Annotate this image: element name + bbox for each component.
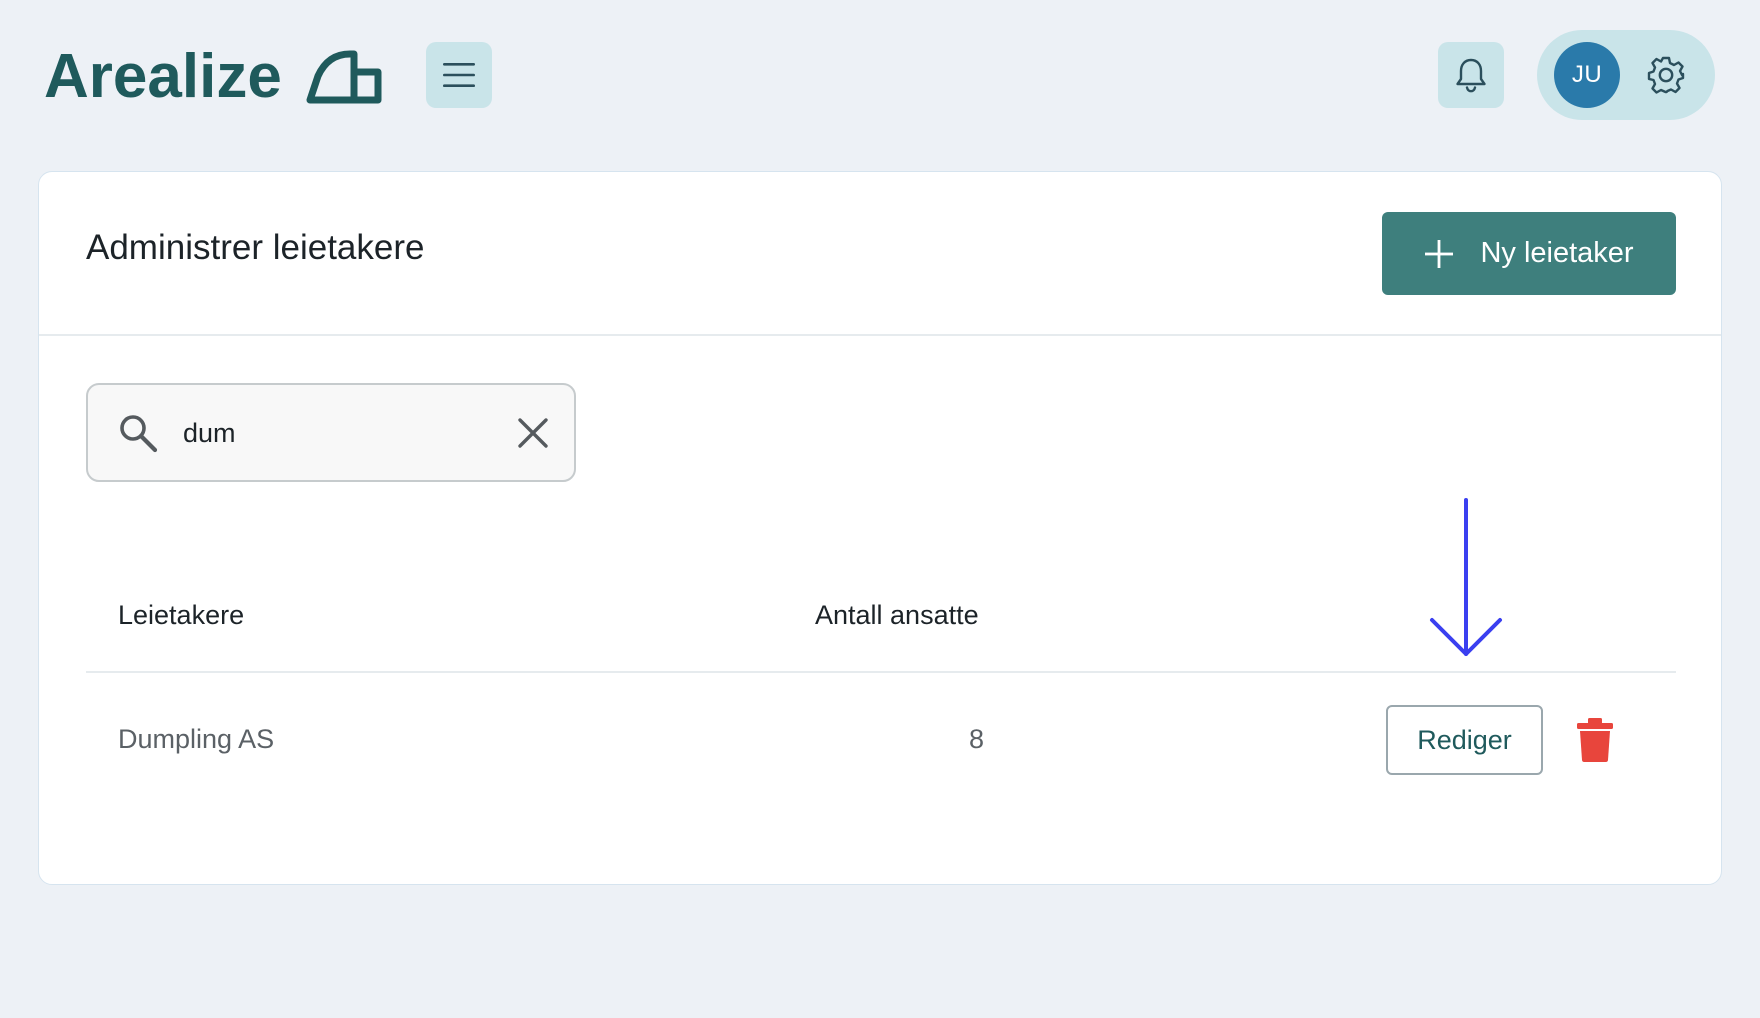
settings-button[interactable] <box>1645 54 1687 96</box>
search-icon <box>120 415 158 453</box>
gear-icon <box>1647 56 1685 94</box>
edit-button[interactable]: Rediger <box>1386 705 1543 775</box>
new-tenant-label: Ny leietaker <box>1480 237 1634 269</box>
user-menu: JU <box>1537 30 1715 120</box>
hamburger-menu-icon <box>443 63 475 87</box>
plus-icon <box>1425 239 1454 268</box>
trash-icon[interactable] <box>1575 717 1615 763</box>
bell-icon <box>1456 58 1486 93</box>
search-box <box>86 383 576 482</box>
avatar[interactable]: JU <box>1554 42 1620 108</box>
annotation-arrow-icon <box>1430 498 1502 656</box>
brand-logo[interactable]: Arealize <box>44 42 382 112</box>
notifications-button[interactable] <box>1438 42 1504 108</box>
column-header-tenants: Leietakere <box>118 600 245 630</box>
header-divider <box>39 334 1721 336</box>
tenant-name: Dumpling AS <box>118 724 275 754</box>
column-header-employees: Antall ansatte <box>815 600 979 630</box>
brand-name: Arealize <box>44 42 282 111</box>
employee-count: 8 <box>969 724 985 754</box>
menu-button[interactable] <box>426 42 492 108</box>
house-outline-icon <box>306 50 382 104</box>
new-tenant-button[interactable]: Ny leietaker <box>1382 212 1676 295</box>
search-input[interactable] <box>183 410 463 456</box>
page-title: Administrer leietakere <box>86 228 425 267</box>
table-header-divider <box>86 671 1676 673</box>
close-icon[interactable] <box>516 416 550 450</box>
